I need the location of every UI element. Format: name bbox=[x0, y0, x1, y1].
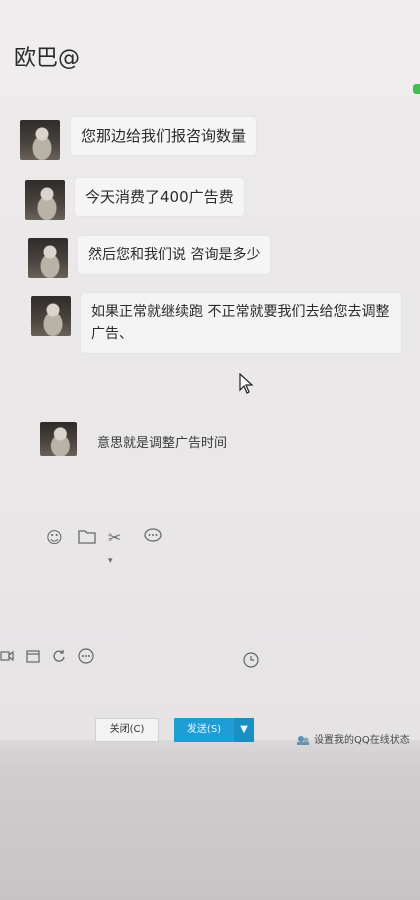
chat-title: 欧巴@ bbox=[14, 46, 81, 71]
more-icon[interactable] bbox=[78, 648, 94, 669]
scissors-icon[interactable]: ✂▾ bbox=[108, 528, 121, 571]
message-text: 如果正常就继续跑 不正常就要我们去给您去调整广告、 bbox=[91, 304, 390, 342]
clock-icon[interactable] bbox=[243, 652, 259, 673]
video-icon[interactable] bbox=[0, 648, 14, 668]
qq-status-icon bbox=[296, 734, 310, 746]
chat-header: 欧巴@ bbox=[0, 0, 420, 95]
avatar[interactable] bbox=[20, 120, 60, 160]
online-status-setting[interactable]: 设置我的QQ在线状态 bbox=[296, 731, 420, 749]
message-bubble: 然后您和我们说 咨询是多少 bbox=[78, 236, 271, 274]
avatar[interactable] bbox=[40, 422, 77, 456]
online-indicator bbox=[413, 84, 420, 94]
message-bubble: 您那边给我们报咨询数量 bbox=[71, 117, 257, 155]
chat-bubble-icon[interactable] bbox=[144, 528, 162, 549]
status-text: 设置我的QQ在线状态 bbox=[314, 735, 410, 746]
secondary-toolbar bbox=[0, 648, 420, 672]
refresh-icon[interactable] bbox=[52, 648, 66, 668]
message-text: 然后您和我们说 咨询是多少 bbox=[88, 247, 261, 263]
message-text: 今天消费了400广告费 bbox=[85, 188, 234, 206]
close-button[interactable]: 关闭(C) bbox=[95, 718, 159, 742]
message-text: 您那边给我们报咨询数量 bbox=[81, 127, 247, 145]
send-button[interactable]: 发送(S) bbox=[174, 718, 234, 742]
footer-bar: 关闭(C) 发送(S) ▼ 设置我的QQ在线状态 bbox=[0, 705, 420, 755]
avatar[interactable] bbox=[28, 238, 68, 278]
folder-icon[interactable] bbox=[78, 528, 96, 549]
emoji-icon[interactable]: ☺ bbox=[46, 528, 63, 548]
avatar[interactable] bbox=[31, 296, 71, 336]
message-area[interactable]: 您那边给我们报咨询数量 今天消费了400广告费 然后您和我们说 咨询是多少 如果… bbox=[0, 100, 420, 520]
avatar[interactable] bbox=[25, 180, 65, 220]
send-options-dropdown[interactable]: ▼ bbox=[234, 718, 254, 742]
window-bottom-area bbox=[0, 740, 420, 900]
calendar-icon[interactable] bbox=[26, 648, 40, 668]
message-bubble: 今天消费了400广告费 bbox=[75, 178, 244, 216]
mouse-cursor-icon bbox=[239, 373, 254, 394]
message-text: 意思就是调整广告时间 bbox=[97, 436, 228, 451]
message-bubble: 如果正常就继续跑 不正常就要我们去给您去调整广告、 bbox=[81, 293, 401, 353]
